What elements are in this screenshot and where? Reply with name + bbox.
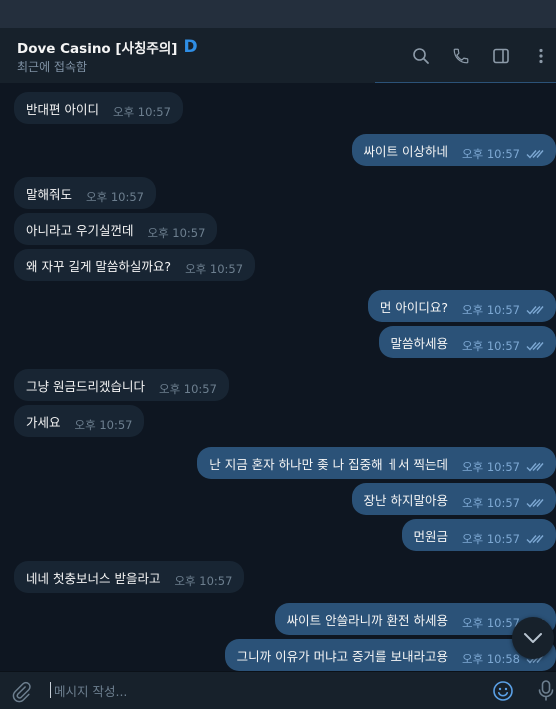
message-text: 반대편 아이디 xyxy=(26,101,99,117)
message-bubble-incoming[interactable]: 말해줘도 오후 10:57 xyxy=(14,177,156,209)
last-seen-status: 최근에 접속함 xyxy=(17,60,88,74)
message-text: 장난 하지말아용 xyxy=(363,492,449,508)
message-list[interactable]: 반대편 아이디 오후 10:57 싸이트 이상하네 오후 10:57 말해줘도 … xyxy=(0,83,556,671)
message-text: 그니까 이유가 머냐고 증거를 보내라고용 xyxy=(236,648,449,664)
message-bubble-outgoing[interactable]: 먼 아이디요? 오후 10:57 xyxy=(367,290,556,322)
message-bubble-outgoing[interactable]: 난 지금 혼자 하나만 좆 나 집중해 ㅔ서 찍는데 오후 10:57 xyxy=(197,447,556,479)
double-check-icon xyxy=(526,463,544,472)
paperclip-icon[interactable] xyxy=(10,681,32,707)
emoji-icon[interactable] xyxy=(492,680,514,706)
message-bubble-incoming[interactable]: 반대편 아이디 오후 10:57 xyxy=(14,92,183,124)
message-bubble-incoming[interactable]: 그냥 원금드리겠습니다 오후 10:57 xyxy=(14,369,229,401)
double-check-icon xyxy=(526,342,544,351)
message-time: 오후 10:57 xyxy=(158,382,217,396)
message-input-placeholder: 메시지 작성... xyxy=(54,683,128,699)
message-time: 오후 10:57 xyxy=(74,418,133,432)
message-composer: 메시지 작성... xyxy=(0,671,556,709)
message-time: 오후 10:57 xyxy=(112,105,171,119)
microphone-icon[interactable] xyxy=(536,679,556,707)
phone-icon[interactable] xyxy=(450,45,472,67)
chat-title-text: Dove Casino [사칭주의] xyxy=(17,41,178,57)
message-time: 오후 10:57 xyxy=(462,460,520,474)
double-check-icon xyxy=(526,535,544,544)
search-icon[interactable] xyxy=(410,45,432,67)
message-time: 오후 10:57 xyxy=(462,532,520,546)
message-time: 오후 10:57 xyxy=(462,303,520,317)
message-time: 오후 10:57 xyxy=(462,616,520,630)
message-text: 말해줘도 xyxy=(26,186,73,202)
message-time: 오후 10:57 xyxy=(86,190,144,204)
message-bubble-outgoing[interactable]: 먼원금 오후 10:57 xyxy=(401,519,556,551)
message-time: 오후 10:58 xyxy=(462,652,520,666)
message-bubble-incoming[interactable]: 아니라고 우기실껀데 오후 10:57 xyxy=(14,213,218,245)
verified-badge: D xyxy=(183,37,198,57)
message-time: 오후 10:57 xyxy=(185,262,244,276)
message-text: 말씀하세용 xyxy=(390,335,449,351)
double-check-icon xyxy=(526,499,544,508)
message-text: 네네 첫충보너스 받을라고 xyxy=(26,570,161,586)
message-text: 먼원금 xyxy=(413,528,449,544)
sidebar-panel-icon[interactable] xyxy=(490,45,512,67)
more-vertical-icon[interactable] xyxy=(530,45,552,67)
message-bubble-outgoing[interactable]: 싸이트 이상하네 오후 10:57 xyxy=(351,134,556,166)
message-bubble-incoming[interactable]: 네네 첫충보너스 받을라고 오후 10:57 xyxy=(14,561,245,593)
scroll-to-bottom-button[interactable] xyxy=(512,617,554,659)
chevron-down-icon xyxy=(524,633,542,643)
message-bubble-outgoing[interactable]: 장난 하지말아용 오후 10:57 xyxy=(351,483,556,515)
chat-header[interactable]: Dove Casino [사칭주의] D 최근에 접속함 xyxy=(0,28,556,83)
message-time: 오후 10:57 xyxy=(147,226,206,240)
text-caret xyxy=(50,682,51,698)
chat-title[interactable]: Dove Casino [사칭주의] D xyxy=(17,37,198,57)
message-text: 아니라고 우기실껀데 xyxy=(26,222,134,238)
message-text: 먼 아이디요? xyxy=(379,299,449,315)
message-bubble-incoming[interactable]: 가세요 오후 10:57 xyxy=(14,405,145,437)
message-text: 싸이트 안쓸라니까 환전 하세용 xyxy=(286,612,449,628)
message-time: 오후 10:57 xyxy=(174,574,233,588)
message-bubble-outgoing[interactable]: 그니까 이유가 머냐고 증거를 보내라고용 오후 10:58 xyxy=(224,639,556,671)
message-time: 오후 10:57 xyxy=(462,147,520,161)
message-bubble-outgoing[interactable]: 말씀하세용 오후 10:57 xyxy=(378,326,556,358)
message-time: 오후 10:57 xyxy=(462,496,520,510)
message-text: 가세요 xyxy=(26,414,61,430)
message-text: 싸이트 이상하네 xyxy=(363,143,449,159)
message-text: 그냥 원금드리겠습니다 xyxy=(26,378,145,394)
message-text: 난 지금 혼자 하나만 좆 나 집중해 ㅔ서 찍는데 xyxy=(209,456,449,472)
window-top-strip xyxy=(0,0,556,29)
double-check-icon xyxy=(526,306,544,315)
message-bubble-incoming[interactable]: 왜 자꾸 길게 말씀하실까요? 오후 10:57 xyxy=(14,249,256,281)
message-input[interactable]: 메시지 작성... xyxy=(50,680,127,700)
double-check-icon xyxy=(526,150,544,159)
message-time: 오후 10:57 xyxy=(462,339,520,353)
message-text: 왜 자꾸 길게 말씀하실까요? xyxy=(26,258,172,274)
